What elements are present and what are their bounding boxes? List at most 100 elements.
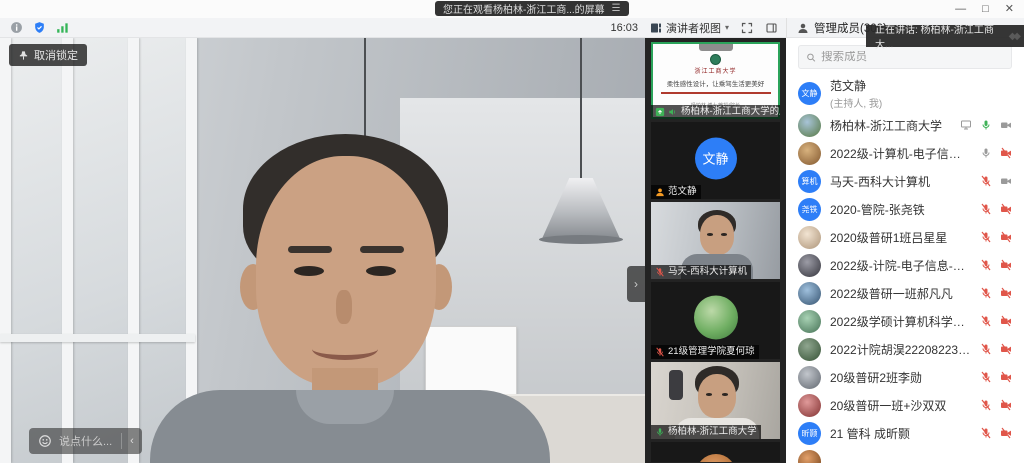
member-row[interactable]: 2022级普研一班郝凡凡	[786, 279, 1024, 307]
chat-collapse-button[interactable]: ‹	[122, 435, 142, 447]
member-row[interactable]: 昕颢 21 管科 成昕颢	[786, 419, 1024, 447]
member-row[interactable]	[786, 447, 1024, 463]
mic-green-icon[interactable]	[980, 119, 992, 131]
member-text: 2022计院胡淏22208223087	[830, 341, 971, 358]
cam-off-icon[interactable]	[1000, 371, 1012, 383]
slide-title: 柔性感性设计，让乘驾生活更美好	[667, 78, 765, 88]
member-row[interactable]: 2022计院胡淏22208223087	[786, 335, 1024, 363]
member-row[interactable]: 文静 范文静 (主持人, 我)	[786, 75, 1024, 111]
mic-off-icon[interactable]	[980, 427, 992, 439]
thumbnail-participant[interactable]: 21级管理学院夏何琼	[651, 282, 780, 359]
thumbnail-label: 马天-西科大计算机	[651, 265, 751, 279]
host-icon	[655, 187, 665, 197]
avatar	[798, 226, 821, 249]
avatar-photo	[694, 295, 738, 339]
cam-off-icon[interactable]	[1000, 315, 1012, 327]
banner-menu-icon[interactable]: ☰	[612, 3, 621, 14]
mic-off-icon[interactable]	[980, 371, 992, 383]
member-text: 范文静 (主持人, 我)	[830, 77, 1003, 110]
member-row[interactable]: 算机 马天-西科大计算机	[786, 167, 1024, 195]
thumbnail-participant-speaking[interactable]: 杨柏林-浙江工商大学	[651, 362, 780, 439]
member-status-icons	[980, 343, 1012, 355]
cam-off-icon[interactable]	[1000, 231, 1012, 243]
speaking-toast-text: 正在讲话: 杨柏林-浙江工商大...	[875, 21, 1009, 51]
mic-off-icon[interactable]	[980, 259, 992, 271]
security-shield-icon[interactable]	[33, 21, 46, 34]
thumbnail-participant-partial[interactable]	[651, 442, 780, 462]
chat-input[interactable]: 说点什么...	[59, 433, 112, 449]
mic-off-icon[interactable]	[980, 315, 992, 327]
person-face	[698, 374, 736, 418]
thumbnail-panel-toggle[interactable]: ›	[627, 266, 645, 302]
person-brow	[360, 246, 404, 253]
cam-gray-icon[interactable]	[1000, 175, 1012, 187]
member-name: 21 管科 成昕颢	[830, 425, 971, 442]
member-text: 2020-管院-张尧铁	[830, 201, 971, 218]
thumbnail-participant[interactable]: 文静 范文静	[651, 122, 780, 199]
slide-university-name: 浙江工商大学	[694, 66, 736, 75]
member-search-input[interactable]	[821, 51, 1004, 63]
person-eye	[294, 266, 324, 276]
view-mode-selector[interactable]: 演讲者视图 ▾	[650, 20, 729, 36]
member-name: 2022级普研一班郝凡凡	[830, 285, 971, 302]
cam-off-icon[interactable]	[1000, 259, 1012, 271]
person-eye	[721, 233, 727, 236]
member-status-icons	[980, 203, 1012, 215]
cam-off-icon[interactable]	[1000, 203, 1012, 215]
network-signal-icon[interactable]	[56, 22, 70, 34]
member-row[interactable]: 尧铁 2020-管院-张尧铁	[786, 195, 1024, 223]
member-row[interactable]: 杨柏林-浙江工商大学	[786, 111, 1024, 139]
cam-off-icon[interactable]	[1000, 399, 1012, 411]
mic-off-icon[interactable]	[980, 343, 992, 355]
member-list: 文静 范文静 (主持人, 我) 杨柏林-浙江工商大学 2022级-计算机-电子信…	[786, 75, 1024, 463]
member-status-icons	[980, 147, 1012, 159]
member-row[interactable]: 2020级普研1班吕星星	[786, 223, 1024, 251]
member-text: 21 管科 成昕颢	[830, 425, 971, 442]
mic-off-icon[interactable]	[980, 399, 992, 411]
slide-divider	[661, 92, 771, 94]
member-row[interactable]: 2022级-计算机-电子信息-安宇龙	[786, 139, 1024, 167]
person-mouth	[312, 338, 378, 360]
mic-off-icon[interactable]	[980, 287, 992, 299]
member-status-icons	[980, 287, 1012, 299]
member-status-icons	[980, 175, 1012, 187]
member-name: 2022级-计算机-电子信息-安宇龙	[830, 145, 971, 162]
screen-gray-icon[interactable]	[960, 119, 972, 131]
mic-off-icon[interactable]	[980, 203, 992, 215]
member-row[interactable]: 20级普研一班+沙双双	[786, 391, 1024, 419]
unpin-button[interactable]: 取消锁定	[9, 44, 87, 66]
cam-off-icon[interactable]	[1000, 287, 1012, 299]
cam-off-icon[interactable]	[1000, 147, 1012, 159]
mic-gray-icon[interactable]	[980, 147, 992, 159]
member-text: 20级普研2班李勋	[830, 369, 971, 386]
member-row[interactable]: 2022级-计院-电子信息-于巍	[786, 251, 1024, 279]
member-status-icons	[960, 119, 1012, 131]
avatar	[798, 282, 821, 305]
emoji-icon[interactable]	[38, 434, 52, 448]
cam-gray-icon[interactable]	[1000, 119, 1012, 131]
mic-off-icon[interactable]	[980, 231, 992, 243]
member-status-icons	[980, 259, 1012, 271]
meeting-window: — □ ✕ 您正在观看杨柏林-浙江工商...的屏幕 ☰ 16:03 演讲者视图	[0, 0, 1024, 463]
member-row[interactable]: 20级普研2班李勋	[786, 363, 1024, 391]
info-icon[interactable]	[10, 21, 23, 34]
member-row[interactable]: 2022级学硕计算机科学与技术-吴腾	[786, 307, 1024, 335]
fullscreen-icon[interactable]	[741, 22, 753, 34]
cam-off-icon[interactable]	[1000, 427, 1012, 439]
thumbnail-participant[interactable]: 马天-西科大计算机	[651, 202, 780, 279]
cam-off-icon[interactable]	[1000, 343, 1012, 355]
person-brow	[288, 246, 332, 253]
member-name: 20级普研2班李勋	[830, 369, 971, 386]
thumbnail-screen-share[interactable]: 浙江工商大学 柔性感性设计，让乘驾生活更美好 杨柏林 博士/教授/院长 杨柏林-…	[651, 42, 780, 119]
member-text: 马天-西科大计算机	[830, 173, 971, 190]
thumbnail-label: 杨柏林-浙江工商大学	[651, 425, 761, 439]
mic-off-icon[interactable]	[980, 175, 992, 187]
chevron-down-icon: ▾	[725, 23, 729, 32]
minimize-button[interactable]: —	[955, 2, 966, 16]
member-status-icons	[980, 399, 1012, 411]
side-panel-toggle-icon[interactable]	[765, 22, 778, 34]
maximize-button[interactable]: □	[982, 2, 989, 16]
person-nose	[336, 290, 352, 324]
close-button[interactable]: ✕	[1005, 2, 1014, 16]
office-chair	[669, 370, 683, 400]
